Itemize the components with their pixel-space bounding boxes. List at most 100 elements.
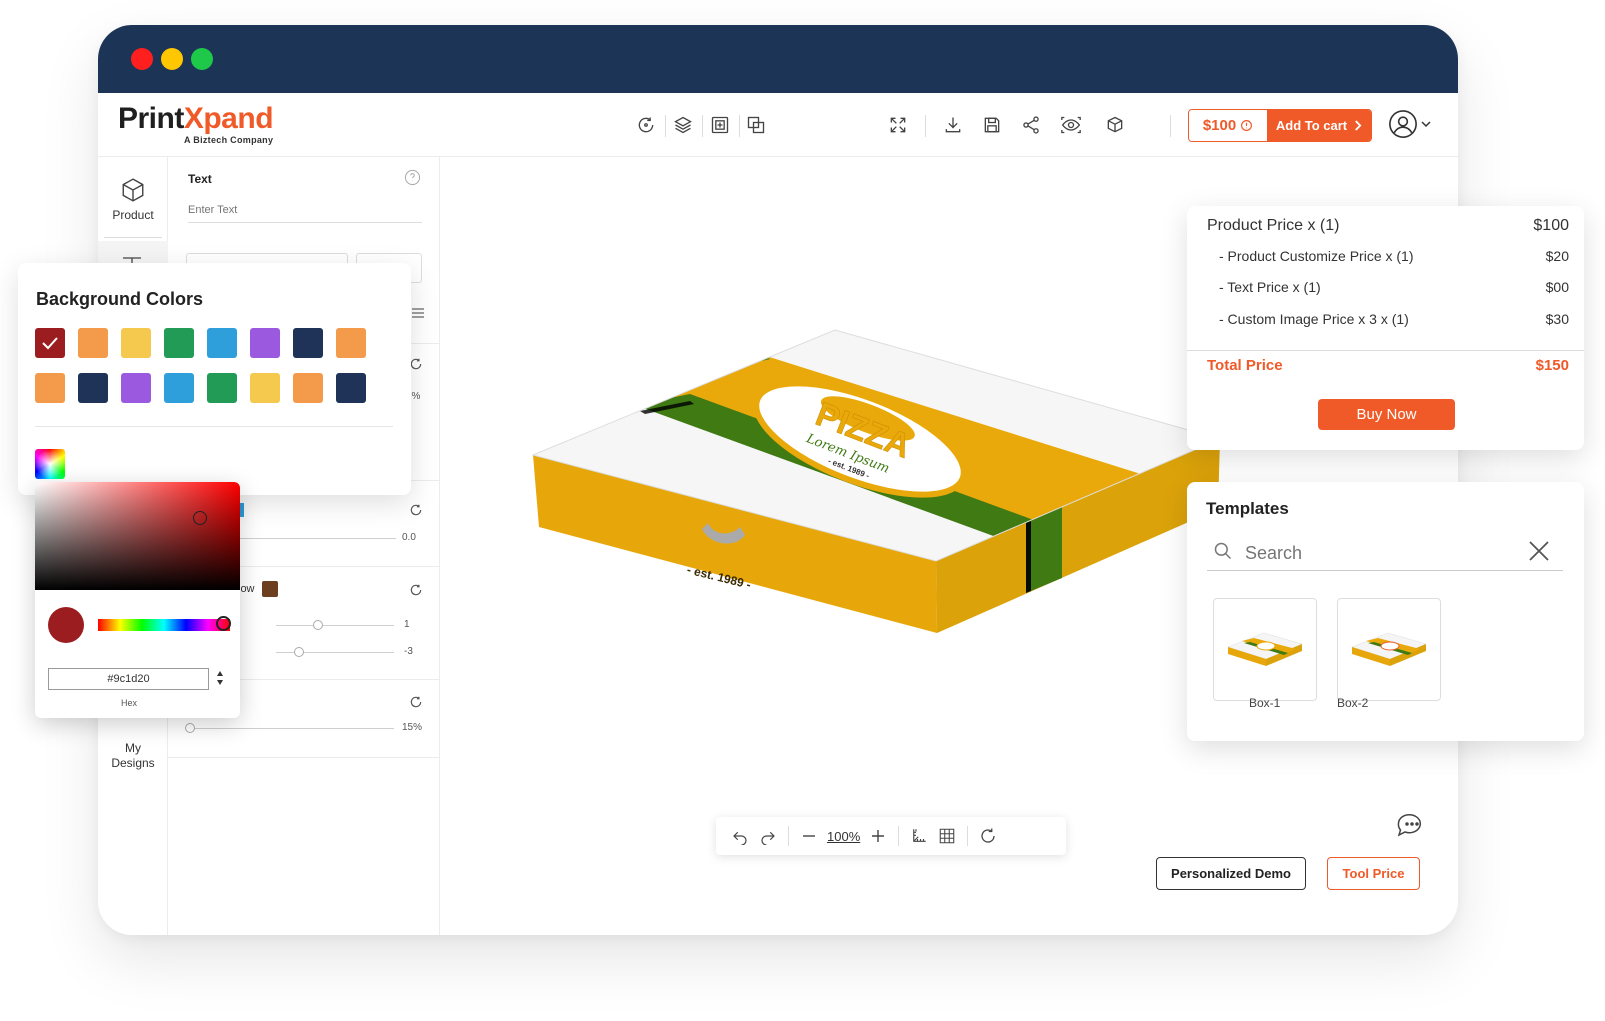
ruler-icon[interactable] [905,822,933,850]
add-to-cart-label: Add To cart [1275,118,1348,133]
reset-icon[interactable] [631,110,661,140]
share-icon[interactable] [1016,110,1046,140]
price-value: $100 [1202,117,1237,134]
swatch[interactable] [250,373,280,403]
undo-icon[interactable] [726,822,754,850]
close-icon[interactable] [1527,539,1551,563]
add-to-cart-button[interactable]: Add To cart [1267,110,1371,141]
brand-logo[interactable]: PrintXpand [118,99,274,139]
saturation-area[interactable] [35,482,240,590]
rotate-icon[interactable] [974,822,1002,850]
price-row: - Product Customize Price x (1) $20 [1219,248,1569,264]
template-search-input[interactable] [1245,539,1515,567]
custom-color-button[interactable] [35,449,65,479]
tool-price-label: Tool Price [1342,866,1405,881]
mini-pizza-box-icon [1227,632,1303,666]
price-display[interactable]: $100 [1189,110,1267,141]
grid-icon[interactable] [933,822,961,850]
close-window-button[interactable] [131,48,153,70]
rail-item-my-designs[interactable]: My Designs [98,741,168,771]
price-row: Product Price x (1) $100 [1207,217,1569,235]
swatch[interactable] [164,328,194,358]
templates-card: Templates Box-1 Box-2 [1187,482,1584,741]
minimize-window-button[interactable] [161,48,183,70]
swatch[interactable] [336,373,366,403]
3d-view-icon[interactable] [1100,110,1130,140]
swatch[interactable] [207,373,237,403]
buy-now-label: Buy Now [1356,406,1417,423]
zoom-level[interactable]: 100% [823,829,864,844]
top-toolbar: PrintXpand A Biztech Company $100 Add To… [98,93,1458,157]
swatch[interactable] [35,373,65,403]
swatch[interactable] [250,328,280,358]
checkmark-icon [41,336,59,350]
download-icon[interactable] [938,110,968,140]
maximize-window-button[interactable] [191,48,213,70]
hue-handle[interactable] [216,616,231,631]
rail-item-product[interactable]: Product [98,177,168,222]
swatch[interactable] [121,328,151,358]
price-row-label: - Custom Image Price x 3 x (1) [1219,311,1409,327]
account-menu[interactable] [1388,107,1438,141]
layers-icon[interactable] [668,110,698,140]
fullscreen-icon[interactable] [883,110,913,140]
background-colors-popup: Background Colors [18,263,411,495]
hue-slider[interactable] [98,619,230,631]
hex-input[interactable]: #9c1d20 [48,668,209,690]
mockup-icon[interactable] [705,110,735,140]
saturation-handle[interactable] [193,511,207,525]
hex-label: Hex [120,698,137,708]
brand-name-part1: Print [118,102,184,135]
price-row-value: $100 [1533,217,1569,234]
swatch[interactable] [293,328,323,358]
rail-label-my-designs: My Designs [111,741,155,770]
swatch[interactable] [207,328,237,358]
price-row-value: $00 [1545,279,1569,295]
swatch[interactable] [78,373,108,403]
price-breakdown-card: Product Price x (1) $100 - Product Custom… [1187,206,1584,450]
template-label: Box-2 [1337,696,1369,710]
templates-title: Templates [1206,499,1289,518]
swatch-selected[interactable] [35,328,65,358]
brand-name-part2: Xpand [183,102,274,135]
price-row: - Custom Image Price x 3 x (1) $30 [1219,311,1569,327]
redo-icon[interactable] [754,822,782,850]
template-thumb-box-2[interactable] [1337,598,1441,701]
swatch[interactable] [293,373,323,403]
template-label: Box-1 [1249,696,1281,710]
search-icon [1213,541,1233,561]
swatch[interactable] [78,328,108,358]
total-price-label: Total Price [1207,357,1283,374]
total-price-value: $150 [1535,357,1569,374]
swatch[interactable] [121,373,151,403]
swatch[interactable] [164,373,194,403]
chat-support-icon[interactable] [1394,811,1426,841]
swatch[interactable] [336,328,366,358]
price-row-value: $20 [1545,248,1569,264]
chevron-down-icon [1421,120,1431,128]
format-toggle-icon[interactable] [216,670,224,686]
mini-pizza-box-icon [1351,632,1427,666]
price-row-label: - Product Customize Price x (1) [1219,248,1414,264]
price-row-label: - Text Price x (1) [1219,279,1321,295]
preview-icon[interactable] [1056,110,1086,140]
title-bar [98,25,1458,93]
chevron-right-icon [1353,120,1362,131]
zoom-out-icon[interactable] [795,822,823,850]
price-row-value: $30 [1545,311,1569,327]
color-picker-popup: #9c1d20 Hex [35,482,240,718]
swatch-row-1 [35,328,366,358]
template-search-box [1207,537,1563,571]
brand-tagline: A Biztech Company [184,135,274,145]
user-avatar-icon [1388,109,1418,139]
tool-price-button[interactable]: Tool Price [1327,857,1420,890]
duplicate-icon[interactable] [741,110,771,140]
save-icon[interactable] [977,110,1007,140]
background-colors-title: Background Colors [36,289,204,309]
personalized-demo-button[interactable]: Personalized Demo [1156,857,1306,890]
template-thumb-box-1[interactable] [1213,598,1317,701]
canvas-toolbar: 100% [716,817,1066,855]
cube-icon [120,177,146,203]
buy-now-button[interactable]: Buy Now [1318,399,1455,430]
zoom-in-icon[interactable] [864,822,892,850]
